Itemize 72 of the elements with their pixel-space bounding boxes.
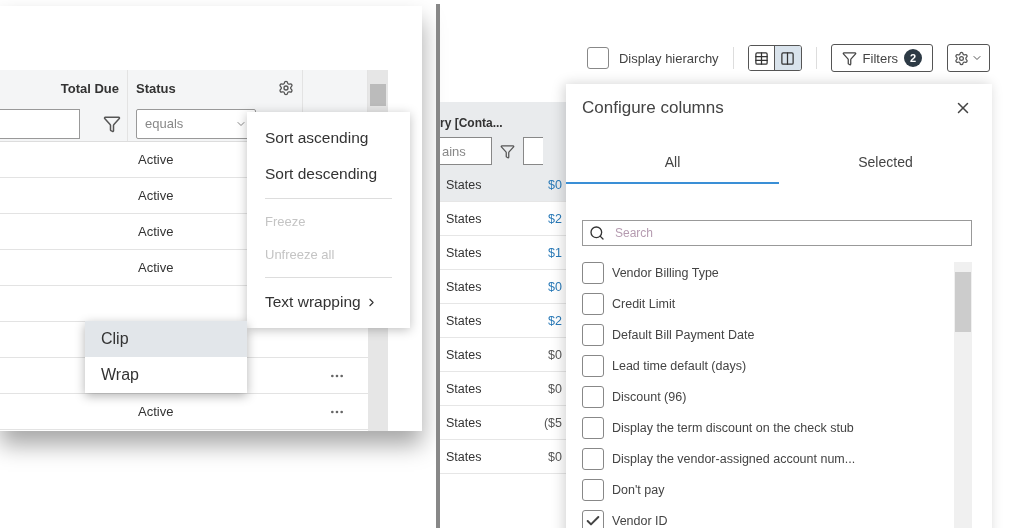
table-icon: [753, 50, 769, 66]
amount-cell[interactable]: $1: [548, 245, 566, 260]
tab[interactable]: All: [566, 146, 779, 184]
checkbox-label: Default Bill Payment Date: [612, 328, 755, 342]
table-cell: States: [446, 211, 482, 226]
filter-field[interactable]: ains: [440, 137, 492, 165]
checkbox[interactable]: [582, 510, 604, 528]
amount-cell-text: $0: [548, 381, 563, 396]
table-cell-text: Active: [137, 224, 175, 239]
checkbox-label: Don't pay: [612, 483, 665, 497]
checkbox[interactable]: [582, 355, 604, 377]
tab[interactable]: Selected: [779, 146, 992, 184]
checkbox-label: Display the vendor-assigned account num...: [612, 452, 856, 466]
table-cell: States: [446, 415, 482, 430]
filter-icon[interactable]: [103, 114, 121, 133]
amount-cell-text: $0: [548, 449, 563, 464]
table-cell: States: [446, 245, 482, 260]
checkbox[interactable]: [582, 386, 604, 408]
table-cell: States: [446, 279, 482, 294]
count-badge: 2: [904, 49, 922, 67]
table-cell-text: Active: [137, 152, 175, 167]
check-icon: [585, 513, 601, 528]
amount-cell[interactable]: $0: [548, 279, 566, 294]
table-cell-text: Active: [137, 404, 175, 419]
menu-item[interactable]: Sort descending: [247, 156, 410, 192]
checkbox-label: Lead time default (days): [612, 359, 747, 373]
filter-field[interactable]: [0, 108, 80, 139]
search-icon: [589, 225, 605, 241]
checkbox-label: Discount (96): [612, 390, 687, 404]
checkbox-label: Display hierarchy: [618, 50, 719, 66]
scrollbar[interactable]: [954, 262, 972, 528]
amount-cell-text: $0: [548, 347, 563, 362]
amount-cell[interactable]: $0: [548, 177, 566, 192]
checkbox[interactable]: [582, 448, 604, 470]
table-cell: States: [446, 381, 482, 396]
settings-icon[interactable]: [278, 80, 294, 96]
columns-icon: [780, 50, 796, 66]
checkbox-label: Vendor Billing Type: [612, 266, 719, 280]
checkbox[interactable]: [582, 479, 604, 501]
amount-cell[interactable]: $2: [548, 211, 566, 226]
filter-icon[interactable]: [500, 143, 515, 159]
panel-title: Configure columns: [582, 98, 724, 118]
checkbox-label: Credit Limit: [612, 297, 676, 311]
menu-item[interactable]: Clip: [85, 321, 247, 357]
settings-icon: [954, 50, 969, 66]
settings-button[interactable]: [947, 44, 990, 72]
table-cell: States: [446, 347, 482, 362]
checkbox[interactable]: [582, 293, 604, 315]
amount-cell-text: ($5: [543, 415, 563, 430]
column-header[interactable]: Total Due: [60, 80, 119, 96]
filter-field[interactable]: [523, 137, 543, 165]
view-toggle[interactable]: [774, 46, 801, 70]
filters-button[interactable]: Filters 2: [830, 44, 933, 72]
menu-item[interactable]: Text wrapping: [247, 284, 410, 320]
menu-item[interactable]: Wrap: [85, 357, 247, 393]
amount-cell[interactable]: $2: [548, 313, 566, 328]
checkbox[interactable]: [582, 324, 604, 346]
table-cell: States: [446, 313, 482, 328]
checkbox[interactable]: [586, 47, 609, 69]
checkbox-label: Vendor ID: [612, 514, 668, 528]
table-cell-text: Active: [137, 188, 175, 203]
search-field[interactable]: Search: [582, 220, 972, 246]
filter-dropdown[interactable]: equals: [136, 108, 256, 139]
checkbox[interactable]: [582, 262, 604, 284]
checkbox[interactable]: [582, 417, 604, 439]
column-header[interactable]: Status: [136, 80, 176, 96]
view-toggle[interactable]: [748, 46, 775, 70]
checkbox-label: Display the term discount on the check stub: [612, 421, 854, 435]
table-cell: States: [446, 449, 482, 464]
table-cell: States: [446, 177, 482, 192]
table-cell-text: Active: [137, 260, 175, 275]
filter-icon: [841, 50, 857, 66]
